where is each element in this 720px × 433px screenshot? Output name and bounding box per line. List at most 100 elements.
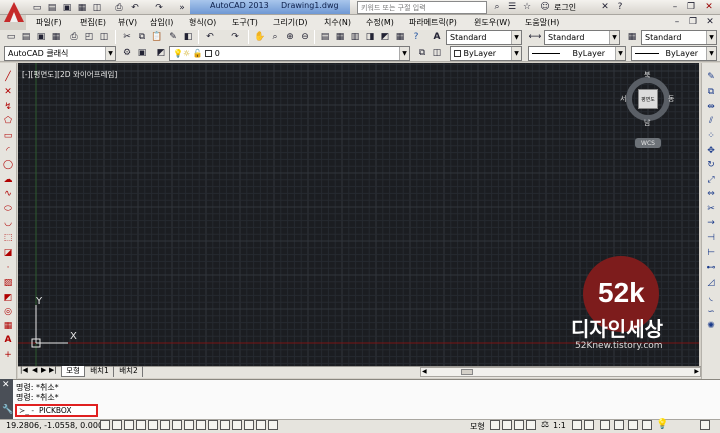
tb-save-icon[interactable]: ▣ [34,30,48,44]
osnap-icon[interactable] [160,420,170,430]
hatch-icon[interactable]: ▨ [1,277,15,289]
lock-ui-icon[interactable] [614,420,624,430]
menu-format[interactable]: 형식(O) [189,17,216,29]
insert-block-icon[interactable]: ⬚ [1,232,15,244]
dyn-icon[interactable] [208,420,218,430]
break-point-icon[interactable]: ⊣ [704,232,718,244]
stretch-icon[interactable]: ⇔ [704,188,718,200]
command-customize-icon[interactable]: 🔧 [2,405,13,415]
menu-edit[interactable]: 편집(E) [80,17,106,29]
viewcube-south[interactable]: 남 [644,118,650,128]
open-icon[interactable]: ▤ [45,1,59,15]
tb-copy-icon[interactable]: ⧉ [135,30,149,44]
tb-undo-icon[interactable]: ↶ [203,30,217,44]
favorites-icon[interactable]: ☆ [520,0,534,14]
ellipse-arc-icon[interactable]: ◡ [1,217,15,229]
tb-designcenter-icon[interactable]: ▦ [333,30,347,44]
tb-paste-icon[interactable]: 📋 [150,30,164,44]
workspace-switch-icon[interactable] [600,420,610,430]
new-icon[interactable]: ▭ [30,1,44,15]
command-close-icon[interactable]: ✕ [2,380,10,390]
lightbulb-icon[interactable]: 💡 [656,419,668,430]
ducs-icon[interactable] [196,420,206,430]
chamfer-icon[interactable]: ◿ [704,277,718,289]
save-icon[interactable]: ▣ [60,1,74,15]
arc-icon[interactable]: ◜ [1,145,15,157]
tab-nav-next-icon[interactable]: ▶ [41,366,46,374]
scroll-right-icon[interactable]: ▶ [694,368,699,375]
lwt-icon[interactable] [220,420,230,430]
workspace-settings-icon[interactable]: ⚙ [120,46,134,60]
menu-insert[interactable]: 삽입(I) [150,17,173,29]
break-icon[interactable]: ⊢ [704,247,718,259]
doc-close-icon[interactable]: ✕ [703,15,717,29]
tb-new-icon[interactable]: ▭ [4,30,18,44]
hardware-accel-icon[interactable] [628,420,638,430]
add-selected-icon[interactable]: + [1,349,15,361]
mirror-icon[interactable]: ⇹ [704,101,718,113]
tb-matchprop-icon[interactable]: ✎ [166,30,180,44]
offset-icon[interactable]: ⫽ [704,115,718,127]
rectangle-icon[interactable]: ▭ [1,130,15,142]
menu-modify[interactable]: 수정(M) [366,17,394,29]
tab-nav-last-icon[interactable]: ▶| [49,366,57,374]
command-input[interactable]: ≻_ - PICKBOX [15,404,98,417]
viewcube-east[interactable]: 동 [668,94,674,104]
scroll-left-icon[interactable]: ◀ [422,368,427,375]
color-control[interactable]: ByLayer ▼ [450,46,522,61]
print-icon[interactable]: ⎙ [112,1,126,15]
table-icon[interactable]: ▦ [1,320,15,332]
polygon-icon[interactable]: ⬠ [1,115,15,127]
polar-icon[interactable] [148,420,158,430]
search-icon[interactable]: ⌕ [490,0,504,14]
viewport-label[interactable]: [-][평면도][2D 와이어프레임] [22,69,117,80]
doc-restore-icon[interactable]: ❐ [686,15,700,29]
sc-icon[interactable] [256,420,266,430]
scale-icon[interactable]: ⤢ [704,174,718,186]
3dosnap-icon[interactable] [172,420,182,430]
tab-nav-prev-icon[interactable]: ◀ [32,366,37,374]
menu-tools[interactable]: 도구(T) [232,17,258,29]
tb-cut-icon[interactable]: ✂ [120,30,134,44]
menu-dimension[interactable]: 치수(N) [324,17,351,29]
polyline-icon[interactable]: ↯ [1,101,15,113]
tab-nav-first-icon[interactable]: |◀ [20,366,28,374]
auto-scale-icon[interactable] [584,420,594,430]
menu-draw[interactable]: 그리기(D) [273,17,307,29]
login-label[interactable]: 로그인 [554,2,576,13]
viewcube-west[interactable]: 서 [620,94,626,104]
otrack-icon[interactable] [184,420,194,430]
tb-block-icon[interactable]: ◧ [181,30,195,44]
tab-layout2[interactable]: 배치2 [115,366,143,377]
viewcube-north[interactable]: 북 [644,70,650,80]
revcloud-icon[interactable]: ☁ [1,174,15,186]
tb-publish-icon[interactable]: ◫ [97,30,111,44]
maximize-icon[interactable]: ❐ [684,0,698,14]
scroll-thumb[interactable] [461,369,473,375]
make-current-icon[interactable]: ⧉ [415,46,429,60]
dimstyle-select[interactable]: Standard ▼ [544,30,620,45]
close-icon[interactable]: ✕ [702,0,716,14]
h-scrollbar[interactable]: ◀ ▶ [420,367,701,377]
drawing-canvas[interactable]: [-][평면도][2D 와이어프레임] Y X 평면도 북 남 서 동 WCS … [18,63,699,366]
qp-icon[interactable] [244,420,254,430]
help-icon[interactable]: ? [613,0,627,14]
tb-open-icon[interactable]: ▤ [19,30,33,44]
snap-icon[interactable] [112,420,122,430]
blend-icon[interactable]: ∽ [704,306,718,318]
save-as-icon[interactable]: ▦ [75,1,89,15]
ellipse-icon[interactable]: ⬭ [1,203,15,215]
spline-icon[interactable]: ∿ [1,188,15,200]
annotation-scale-icon[interactable]: ⚖ [541,420,549,430]
undo-icon[interactable]: ↶ [128,1,142,15]
viewcube-face[interactable]: 평면도 [638,89,658,109]
explode-icon[interactable]: ✺ [704,320,718,332]
point-icon[interactable]: · [1,262,15,274]
tb-toolpalettes-icon[interactable]: ▥ [348,30,362,44]
textstyle-select[interactable]: Standard ▼ [446,30,522,45]
search-field[interactable]: 키워드 또는 구절 입력 [357,1,487,14]
tb-markup-icon[interactable]: ◩ [378,30,392,44]
tb-properties-icon[interactable]: ▤ [318,30,332,44]
command-handle[interactable]: ✕ 🔧 [0,379,13,419]
construction-line-icon[interactable]: ✕ [1,86,15,98]
